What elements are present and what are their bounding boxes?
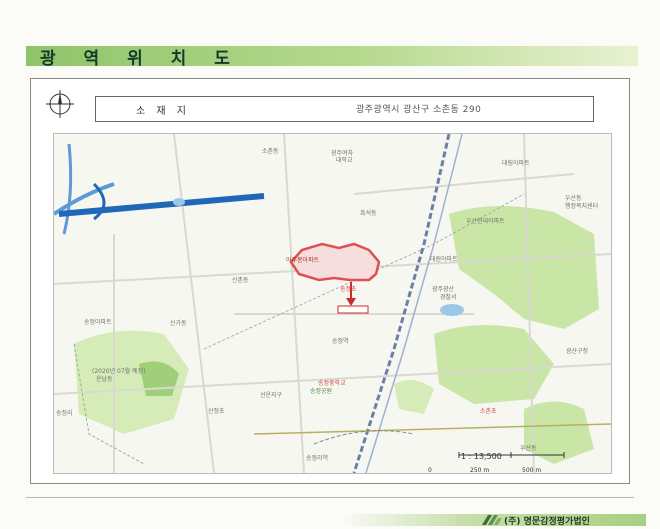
- scale-tick: 0: [428, 467, 432, 474]
- map-label: 선운지구: [260, 392, 283, 399]
- location-info-box: 소 재 지 광주광역시 광산구 소촌동 290: [95, 96, 594, 122]
- scale-ratio: 1 : 13,500: [461, 452, 502, 461]
- map-label: 대원아파트: [430, 256, 458, 263]
- map-label: 광주여자: [331, 150, 354, 157]
- park-area: [394, 380, 434, 414]
- map-label: 송정공원: [310, 388, 333, 395]
- footer-divider: [26, 497, 634, 498]
- map-label: (2020년 07월 예정): [92, 368, 146, 375]
- map-label: 대학교: [336, 157, 353, 164]
- map-label: 광주광산: [432, 286, 455, 293]
- page-title: 광 역 위 치 도: [40, 49, 241, 69]
- map-label: 신가동: [170, 320, 187, 327]
- park-area: [434, 325, 554, 404]
- scale-tick: 500 m: [522, 467, 542, 474]
- map-label: 산정초: [208, 408, 225, 415]
- highway: [58, 193, 265, 217]
- map-label: 소촌동: [262, 148, 279, 155]
- map-label: 우산현대아파트: [466, 218, 505, 225]
- railway: [352, 134, 451, 473]
- location-address: 광주광역시 광산구 소촌동 290: [356, 105, 482, 115]
- map-label: 송정아파트: [84, 319, 112, 326]
- map-label: 송정역: [332, 338, 349, 345]
- location-map: [53, 133, 612, 474]
- map-label: 신촌동: [232, 277, 249, 284]
- map-label: 운남동: [96, 376, 113, 383]
- scale-tick: 250 m: [470, 467, 490, 474]
- map-label: 송정중학교: [318, 380, 346, 387]
- compass-icon: [46, 90, 74, 118]
- map-label: 송정초: [340, 286, 357, 293]
- location-label: 소 재 지: [136, 106, 190, 117]
- lake: [440, 304, 464, 316]
- subject-marker: [337, 305, 369, 314]
- map-label: 경찰서: [440, 294, 457, 301]
- company-name: (주) 명문감정평가법인: [504, 517, 590, 527]
- map-frame: 소 재 지 광주광역시 광산구 소촌동 290: [30, 78, 630, 484]
- map-label: 송정리: [56, 410, 73, 417]
- company-logo-icon: [482, 515, 502, 525]
- map-label: 행정복지센터: [565, 203, 599, 210]
- subject-label: 아주봉아파트: [286, 257, 320, 264]
- map-label: 우산동: [520, 445, 537, 452]
- map-label: 대림아파트: [502, 160, 530, 167]
- map-label: 우산동: [565, 195, 582, 202]
- map-label: 흑석동: [360, 210, 377, 217]
- map-label: 송정리역: [306, 455, 329, 462]
- map-label: 소촌초: [480, 408, 497, 415]
- map-label: 광산구청: [566, 348, 589, 355]
